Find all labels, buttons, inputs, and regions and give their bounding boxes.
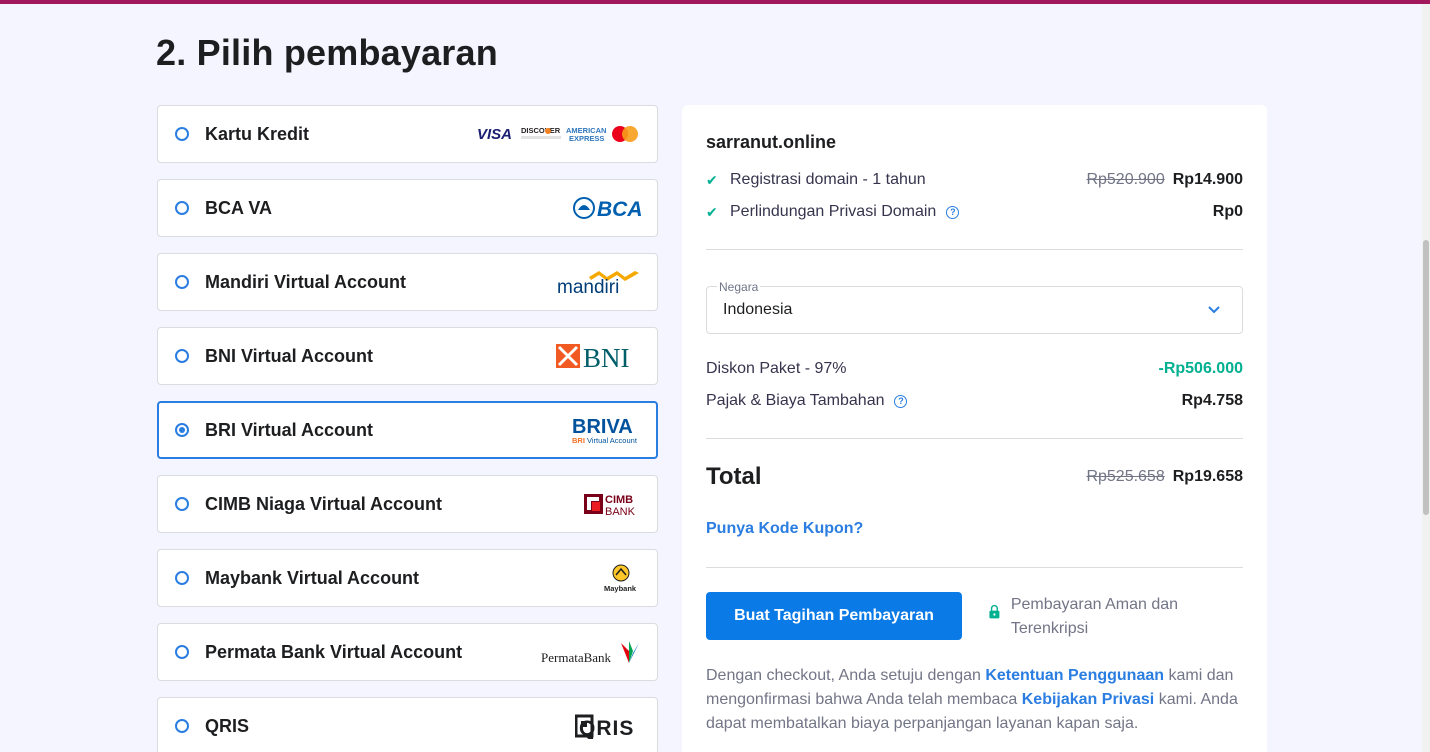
old-price: Rp520.900 [1086,171,1165,188]
total-price: Rp19.658 [1172,468,1243,485]
briva-logo-icon: BRIVA BRI Virtual Account [570,415,640,445]
radio-button[interactable] [175,127,189,141]
secure-payment-note: Pembayaran Aman dan Terenkripsi [988,593,1188,641]
bca-logo-icon: BCA [573,195,641,221]
total-old-price: Rp525.658 [1086,468,1165,485]
visa-logo-text: VISA [477,126,512,143]
summary-tax-row: Pajak & Biaya Tambahan ? Rp4.758 [706,392,1243,410]
coupon-link[interactable]: Punya Kode Kupon? [706,520,863,538]
briva-sub-text-2: Virtual Account [585,436,638,445]
check-icon: ✔ [706,203,718,220]
help-icon[interactable]: ? [894,394,908,408]
payment-method-label: CIMB Niaga Virtual Account [205,493,443,514]
privacy-policy-link[interactable]: Kebijakan Privasi [1022,691,1155,708]
payment-method-label: BCA VA [205,197,272,218]
qris-logo-text: QRIS [579,717,634,739]
payment-method-bni[interactable]: BNI Virtual Account BNI [157,327,658,385]
amex-logo-text-2: EXPRESS [569,134,604,143]
scrollbar-thumb[interactable] [1423,240,1429,515]
payment-method-bca-va[interactable]: BCA VA BCA [157,179,658,237]
radio-button[interactable] [175,275,189,289]
total-label: Total [706,463,762,490]
qris-logo-icon: QRIS [575,713,641,739]
page-title: 2. Pilih pembayaran [156,32,498,73]
payment-method-cimb[interactable]: CIMB Niaga Virtual Account CIMB BANK [157,475,658,533]
check-icon: ✔ [706,171,718,188]
chevron-down-icon [1208,306,1220,314]
discount-value: -Rp506.000 [1158,360,1244,377]
order-summary-card: sarranut.online ✔ Registrasi domain - 1 … [682,105,1267,752]
tax-value: Rp4.758 [1181,392,1243,409]
payment-method-label: BNI Virtual Account [205,345,374,366]
card-logos-icon: VISA DISCOVER AMERICAN EXPRESS [477,123,641,145]
bni-logo-text: BNI [583,343,630,370]
permata-logo-icon: PermataBank [541,637,641,667]
payment-method-label: QRIS [205,715,250,736]
divider [706,438,1243,439]
total-price-group: Rp525.658 Rp19.658 [1086,468,1243,486]
maybank-logo-text: Maybank [604,584,637,593]
radio-button[interactable] [175,349,189,363]
radio-button[interactable] [175,645,189,659]
payment-method-permata[interactable]: Permata Bank Virtual Account PermataBank [157,623,658,681]
briva-logo-text: BRIVA [572,416,633,438]
country-select-value: Indonesia [723,301,793,318]
payment-method-label: Mandiri Virtual Account [205,271,407,292]
legal-text: Dengan checkout, Anda setuju dengan Kete… [706,664,1243,736]
cimb-logo-text: CIMB [605,494,633,506]
country-select-label: Negara [717,280,761,294]
item-label: Perlindungan Privasi Domain [730,203,937,220]
payment-method-kartu-kredit[interactable]: Kartu Kredit VISA DISCOVER AMERICAN EXPR… [157,105,658,163]
cimb-logo-icon: CIMB BANK [581,490,641,518]
maybank-logo-icon: Maybank [601,563,641,593]
payment-method-bri[interactable]: BRI Virtual Account BRIVA BRI Virtual Ac… [157,401,658,459]
tax-label: Pajak & Biaya Tambahan [706,392,885,409]
item-price: Rp0 [1212,203,1243,220]
payment-method-qris[interactable]: QRIS QRIS [157,697,658,752]
summary-item-domain-registration: ✔ Registrasi domain - 1 tahun Rp520.900 R… [706,171,1243,189]
divider [706,567,1243,568]
divider [706,249,1243,250]
bni-logo-icon: BNI [555,342,641,370]
briva-sub-text: BRI [572,436,585,445]
payment-method-label: Kartu Kredit [205,123,310,144]
domain-name: sarranut.online [706,132,837,152]
terms-of-use-link[interactable]: Ketentuan Penggunaan [985,667,1164,684]
payment-method-label: Permata Bank Virtual Account [205,641,463,662]
help-icon[interactable]: ? [946,205,960,219]
summary-item-privacy: ✔ Perlindungan Privasi Domain ? Rp0 [706,203,1243,221]
payment-method-maybank[interactable]: Maybank Virtual Account Maybank [157,549,658,607]
secure-text: Pembayaran Aman dan Terenkripsi [1010,596,1179,637]
radio-button[interactable] [175,571,189,585]
svg-text:BRI Virtual Account: BRI Virtual Account [572,436,638,445]
radio-button[interactable] [175,719,189,733]
summary-total-row: Total Rp525.658 Rp19.658 [706,463,1243,491]
summary-discount-row: Diskon Paket - 97% -Rp506.000 [706,360,1243,378]
lock-icon [989,604,1000,619]
payment-method-label: Maybank Virtual Account [205,567,420,588]
country-select[interactable]: Negara Indonesia [706,280,1243,334]
legal-text-part: Dengan checkout, Anda setuju dengan [706,667,986,684]
payment-method-mandiri[interactable]: Mandiri Virtual Account mandiri [157,253,658,311]
radio-button[interactable] [175,201,189,215]
mandiri-logo-text: mandiri [557,277,619,296]
bca-logo-text: BCA [597,198,641,221]
mandiri-logo-icon: mandiri [555,268,641,296]
create-invoice-button[interactable]: Buat Tagihan Pembayaran [706,592,962,640]
permata-logo-text: PermataBank [541,650,612,665]
item-price: Rp14.900 [1172,171,1243,188]
top-accent-bar [0,0,1430,4]
radio-button-selected[interactable] [175,423,189,437]
radio-button[interactable] [175,497,189,511]
item-price-group: Rp520.900 Rp14.900 [1086,171,1243,189]
discover-logo-text: DISCOVER [521,126,561,135]
payment-methods-list: Kartu Kredit VISA DISCOVER AMERICAN EXPR… [157,105,658,752]
payment-method-label: BRI Virtual Account [205,419,374,440]
item-label: Registrasi domain - 1 tahun [730,171,926,188]
discount-label: Diskon Paket - 97% [706,360,847,377]
cimb-logo-text-2: BANK [605,506,636,518]
